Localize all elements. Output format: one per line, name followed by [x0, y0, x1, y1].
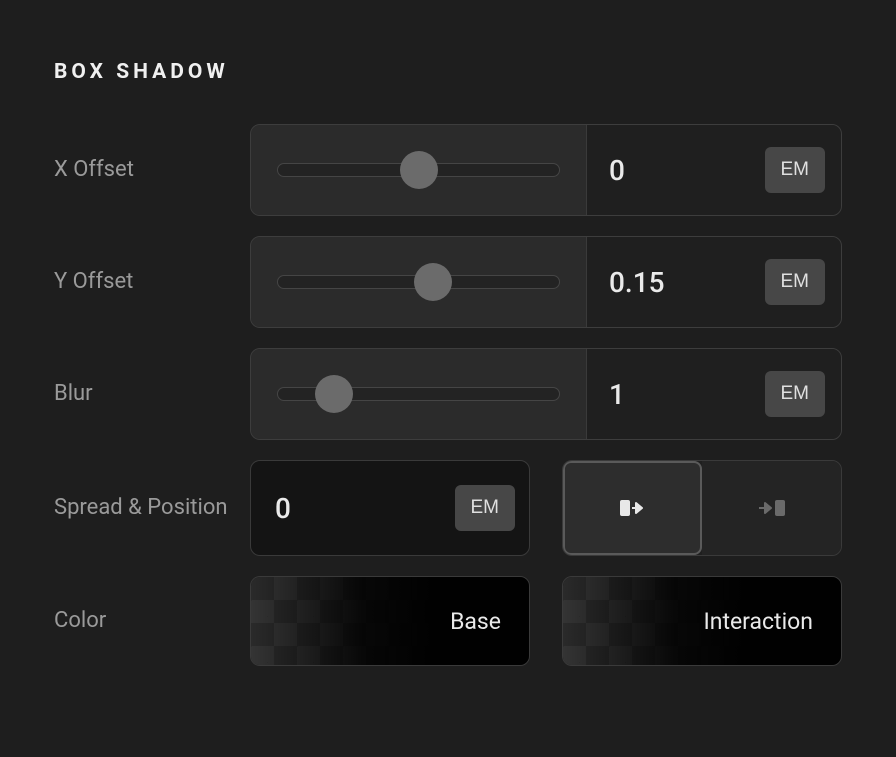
slider-thumb[interactable]	[400, 151, 438, 189]
arrow-out-icon	[618, 495, 648, 521]
y-offset-value[interactable]: 0.15	[609, 266, 665, 299]
y-offset-slider[interactable]	[251, 237, 587, 327]
slider-thumb[interactable]	[414, 263, 452, 301]
arrow-in-icon	[757, 495, 787, 521]
blur-value-cell: 1 EM	[587, 349, 841, 439]
position-toggle	[562, 460, 842, 556]
color-interaction-chip[interactable]: Interaction	[562, 576, 842, 666]
spread-position-row: Spread & Position 0 EM	[54, 460, 842, 556]
slider-track	[277, 275, 560, 289]
section-title: BOX SHADOW	[54, 60, 842, 84]
slider-track	[277, 387, 560, 401]
x-offset-value[interactable]: 0	[609, 154, 625, 187]
y-offset-control: 0.15 EM	[250, 236, 842, 328]
x-offset-row: X Offset 0 EM	[54, 124, 842, 216]
blur-value[interactable]: 1	[609, 378, 625, 411]
spread-value[interactable]: 0	[275, 492, 291, 525]
position-inset-button[interactable]	[702, 461, 841, 555]
spread-unit-button[interactable]: EM	[455, 485, 516, 531]
color-label: Color	[54, 606, 244, 636]
blur-label: Blur	[54, 379, 244, 409]
spread-input[interactable]: 0 EM	[250, 460, 530, 556]
position-outset-button[interactable]	[563, 461, 702, 555]
blur-control: 1 EM	[250, 348, 842, 440]
y-offset-unit-button[interactable]: EM	[765, 259, 826, 305]
y-offset-label: Y Offset	[54, 267, 244, 297]
x-offset-value-cell: 0 EM	[587, 125, 841, 215]
x-offset-unit-button[interactable]: EM	[765, 147, 826, 193]
y-offset-row: Y Offset 0.15 EM	[54, 236, 842, 328]
color-row: Color Base Interaction	[54, 576, 842, 666]
spread-position-label: Spread & Position	[54, 493, 244, 523]
slider-thumb[interactable]	[315, 375, 353, 413]
color-interaction-label: Interaction	[703, 608, 813, 635]
blur-row: Blur 1 EM	[54, 348, 842, 440]
slider-track	[277, 163, 560, 177]
x-offset-label: X Offset	[54, 155, 244, 185]
color-base-label: Base	[450, 608, 501, 635]
y-offset-value-cell: 0.15 EM	[587, 237, 841, 327]
blur-unit-button[interactable]: EM	[765, 371, 826, 417]
x-offset-slider[interactable]	[251, 125, 587, 215]
x-offset-control: 0 EM	[250, 124, 842, 216]
color-base-chip[interactable]: Base	[250, 576, 530, 666]
blur-slider[interactable]	[251, 349, 587, 439]
